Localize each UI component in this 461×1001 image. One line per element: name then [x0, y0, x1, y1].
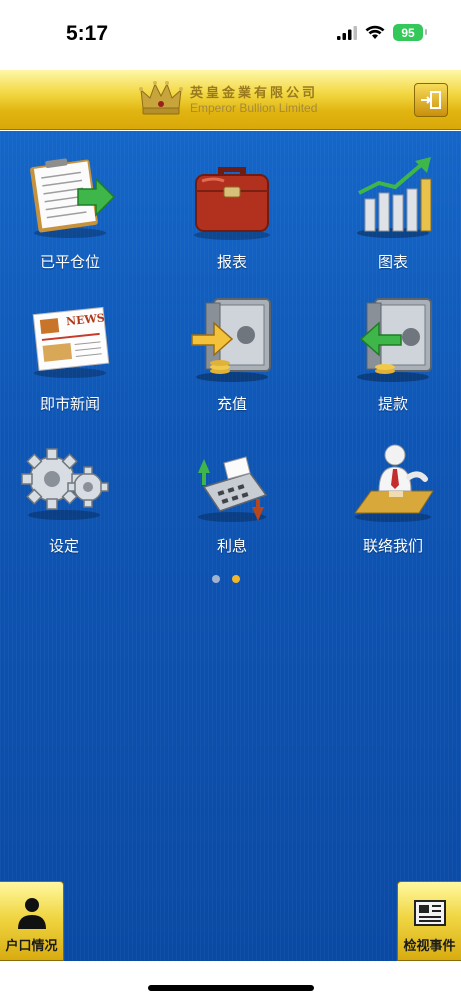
user-silhouette-icon	[17, 898, 46, 929]
menu-label: 已平仓位	[39, 253, 100, 271]
menu-label: 利息	[216, 537, 247, 555]
menu-label: 图表	[377, 253, 408, 271]
closed-positions-icon	[30, 158, 116, 238]
account-status-button[interactable]: 户口情况	[0, 881, 64, 961]
status-icons: 95	[337, 24, 427, 41]
page-dot-active[interactable]	[232, 575, 240, 583]
gears-icon	[21, 448, 109, 520]
status-time: 5:17	[66, 22, 109, 45]
menu-item-deposit[interactable]: 充值	[172, 291, 292, 414]
brand-name-english: Emperor Bullion Limited	[190, 100, 318, 115]
home-indicator[interactable]	[148, 985, 314, 991]
newspaper-icon: NEWS	[32, 306, 110, 378]
logout-door-icon	[421, 91, 441, 109]
deposit-safe-icon	[191, 298, 271, 382]
menu-item-closed-positions[interactable]: 已平仓位	[10, 149, 130, 272]
menu-item-withdraw[interactable]: 提款	[333, 291, 453, 414]
wifi-icon	[365, 25, 385, 39]
withdraw-safe-icon	[357, 298, 432, 382]
app-header: 英皇金業有限公司 Emperor Bullion Limited	[0, 70, 461, 130]
menu-item-reports[interactable]: 报表	[172, 149, 292, 272]
page-indicator[interactable]	[212, 575, 240, 583]
crown-logo-icon	[139, 81, 183, 115]
battery-level: 95	[401, 25, 415, 40]
menu-item-interest[interactable]: 利息	[172, 433, 292, 556]
signal-icon	[337, 25, 357, 40]
menu-item-charts[interactable]: 图表	[333, 149, 453, 272]
menu-label: 报表	[216, 253, 247, 271]
menu-item-contact-us[interactable]: 联络我们	[333, 433, 453, 556]
brand: 英皇金業有限公司 Emperor Bullion Limited	[138, 78, 318, 118]
calculator-icon	[198, 456, 268, 522]
contact-person-icon	[354, 444, 434, 522]
menu-label: 提款	[377, 395, 408, 413]
menu-label: 设定	[48, 537, 79, 555]
view-events-label: 检视事件	[403, 939, 456, 954]
brand-name-chinese: 英皇金業有限公司	[190, 85, 319, 101]
view-events-button[interactable]: 检视事件	[397, 881, 461, 961]
document-list-icon	[413, 900, 446, 926]
menu-label: 联络我们	[362, 537, 423, 555]
bar-chart-icon	[357, 157, 432, 238]
menu-label: 充值	[216, 395, 247, 413]
status-bar: 5:17 95	[0, 0, 461, 70]
main-menu-grid: 已平仓位 报表 图表 NEWS 即市新闻 充值 提款 设定 利息 联络我们 户口…	[0, 131, 461, 961]
briefcase-icon	[194, 167, 270, 240]
account-status-label: 户口情况	[5, 939, 58, 954]
battery-icon: 95	[393, 24, 427, 41]
logout-button[interactable]	[414, 83, 448, 117]
page-dot[interactable]	[212, 575, 220, 583]
menu-item-settings[interactable]: 设定	[4, 433, 124, 556]
menu-label: 即市新闻	[39, 395, 100, 413]
menu-item-news[interactable]: NEWS 即市新闻	[10, 291, 130, 414]
